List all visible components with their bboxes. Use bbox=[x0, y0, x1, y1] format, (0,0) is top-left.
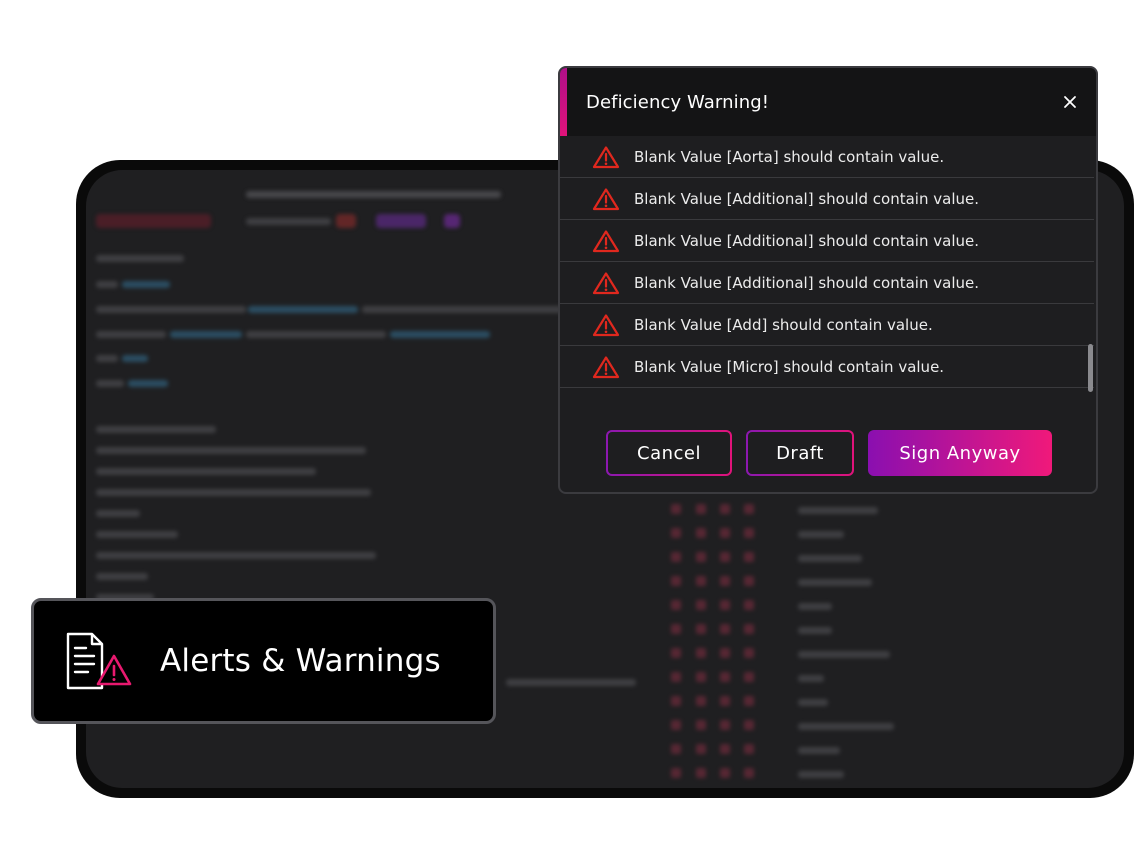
sign-anyway-button[interactable]: Sign Anyway bbox=[868, 430, 1052, 476]
warning-triangle-icon bbox=[592, 187, 620, 210]
draft-button[interactable]: Draft bbox=[746, 430, 854, 476]
dialog-title: Deficiency Warning! bbox=[586, 91, 770, 113]
warning-message-row: Blank Value [Add] should contain value. bbox=[560, 304, 1094, 346]
warning-message-row: Blank Value [Aorta] should contain value… bbox=[560, 136, 1094, 178]
warning-triangle-icon bbox=[592, 313, 620, 336]
warning-triangle-icon bbox=[592, 145, 620, 168]
warning-message-text: Blank Value [Add] should contain value. bbox=[634, 315, 933, 334]
dialog-accent-bar bbox=[560, 68, 567, 136]
deficiency-warning-dialog: Deficiency Warning! Blank Value [Aorta] … bbox=[558, 66, 1098, 494]
close-icon[interactable] bbox=[1062, 94, 1078, 110]
warning-message-text: Blank Value [Additional] should contain … bbox=[634, 189, 979, 208]
warning-message-row: Blank Value [Additional] should contain … bbox=[560, 178, 1094, 220]
warning-message-text: Blank Value [Aorta] should contain value… bbox=[634, 147, 945, 166]
document-alert-icon bbox=[66, 632, 132, 690]
warning-message-list[interactable]: Blank Value [Aorta] should contain value… bbox=[560, 136, 1094, 400]
warning-message-row: Blank Value [Additional] should contain … bbox=[560, 220, 1094, 262]
warning-triangle-icon bbox=[592, 271, 620, 294]
warning-message-text: Blank Value [Additional] should contain … bbox=[634, 273, 979, 292]
warning-message-row: Blank Value [Micro] should contain value… bbox=[560, 346, 1094, 388]
warning-message-row: Blank Value [Additional] should contain … bbox=[560, 262, 1094, 304]
badge-label: Alerts & Warnings bbox=[160, 643, 441, 679]
dialog-header: Deficiency Warning! bbox=[560, 68, 1096, 136]
warning-message-text: Blank Value [Micro] should contain value… bbox=[634, 357, 945, 376]
warning-message-text: Blank Value [Additional] should contain … bbox=[634, 231, 979, 250]
stage: Deficiency Warning! Blank Value [Aorta] … bbox=[0, 0, 1134, 868]
alerts-warnings-badge: Alerts & Warnings bbox=[31, 598, 496, 724]
warning-triangle-icon bbox=[592, 355, 620, 378]
cancel-button[interactable]: Cancel bbox=[606, 430, 732, 476]
message-list-scrollbar[interactable] bbox=[1088, 344, 1093, 392]
warning-triangle-icon bbox=[592, 229, 620, 252]
